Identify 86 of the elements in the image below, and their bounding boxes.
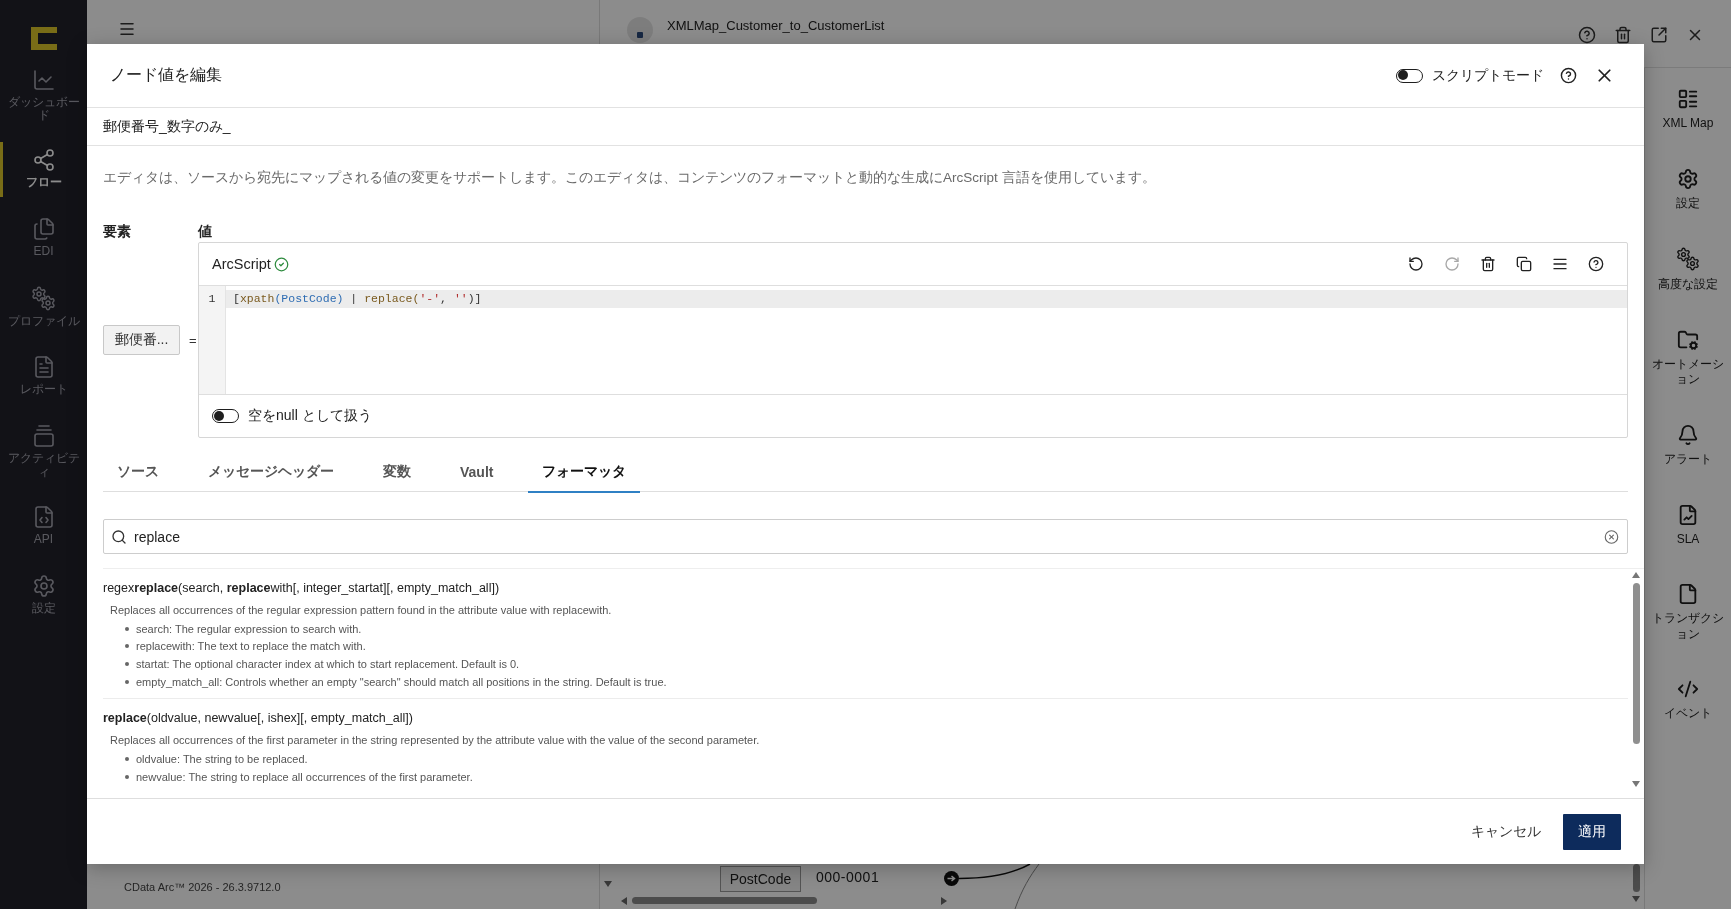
- bullet-icon: [125, 626, 129, 631]
- stacked-layers-icon: [31, 424, 56, 449]
- copy-icon: [1516, 256, 1532, 272]
- side-panel-item[interactable]: オートメーション: [1645, 314, 1731, 396]
- search-field[interactable]: replace: [103, 519, 1628, 554]
- line-chart-icon: [31, 68, 56, 92]
- scroll-down-arrow-icon[interactable]: [1632, 896, 1640, 902]
- side-panel-item[interactable]: 高度な設定: [1645, 233, 1731, 301]
- scroll-down-arrow-icon[interactable]: [1632, 781, 1640, 787]
- help-icon[interactable]: [1578, 26, 1596, 44]
- node-name: 郵便番号_数字のみ_: [103, 117, 231, 136]
- settings-icon: [31, 573, 56, 598]
- settings-icon: [1677, 167, 1699, 190]
- search-icon: [111, 528, 127, 545]
- side-panel-item[interactable]: XML Map: [1645, 74, 1731, 140]
- function-signature: regexreplace(search, replacewith[, integer_startat][, empty_match_all]): [103, 580, 501, 596]
- side-panel-item[interactable]: 設定: [1645, 153, 1731, 220]
- side-panel-item[interactable]: イベント: [1645, 664, 1731, 730]
- toggle-switch[interactable]: [1396, 68, 1423, 83]
- scrollbar-thumb[interactable]: [632, 897, 817, 904]
- scroll-down-arrow-icon[interactable]: [604, 881, 612, 887]
- equals-sign: =: [189, 332, 197, 348]
- function-description: Replaces all occurrences of the regular expression pattern found in the attribute value with replacewith.: [110, 603, 613, 618]
- file-icon: [1677, 583, 1699, 606]
- gears-icon: [31, 286, 56, 312]
- toggle-label: 空をnull として扱う: [248, 407, 372, 425]
- share-icon: [31, 148, 56, 173]
- menu-icon[interactable]: [118, 20, 136, 38]
- help-icon: [1588, 256, 1604, 272]
- scroll-left-arrow-icon[interactable]: [621, 897, 627, 905]
- node-value: 000-0001: [816, 869, 880, 885]
- scrollbar-thumb[interactable]: [1632, 583, 1640, 744]
- gears-icon: [1676, 247, 1700, 272]
- trash-icon: [1480, 256, 1496, 272]
- parameter-description: oldvalue: The string to be replaced.: [136, 753, 308, 765]
- list-layout-icon: [1677, 88, 1699, 110]
- bell-icon: [1677, 423, 1699, 446]
- clear-icon[interactable]: [1604, 529, 1619, 544]
- element-heading: 要素: [103, 222, 132, 241]
- tab[interactable]: Vault: [446, 452, 508, 493]
- lines-icon: [1552, 256, 1568, 272]
- bullet-icon: [125, 679, 129, 684]
- parameter-description: empty_match_all: Controls whether an empty "search" should match all positions in the string. Default is true.: [136, 675, 667, 688]
- node-field[interactable]: PostCode: [720, 866, 801, 892]
- side-panel-item[interactable]: トランザクション: [1645, 569, 1731, 651]
- version-text: CData Arc™ 2026 - 26.3.9712.0: [124, 880, 281, 893]
- side-panel-item[interactable]: アラート: [1645, 409, 1731, 476]
- toggle-label: スクリプトモード: [1432, 66, 1544, 85]
- tab[interactable]: メッセージヘッダー: [194, 452, 348, 493]
- dialog-title: ノード値を編集: [110, 65, 222, 85]
- help-icon: [1559, 67, 1577, 84]
- parameter-description: replacewith: The text to replace the match with.: [136, 640, 366, 653]
- dialog-description: エディタは、ソースから宛先にマップされる値の変更をサポートします。このエディタは、コンテンツのフォーマットと動的な生成にArcScript 言語を使用しています。: [103, 169, 1157, 187]
- bullet-icon: [125, 644, 129, 649]
- scrollbar-thumb[interactable]: [1633, 864, 1640, 892]
- external-link-icon[interactable]: [1650, 26, 1668, 44]
- scroll-up-arrow-icon[interactable]: [1632, 572, 1640, 578]
- files-icon: [31, 217, 56, 242]
- toggle-switch[interactable]: [212, 409, 239, 423]
- side-panel-item[interactable]: SLA: [1645, 489, 1731, 556]
- undo-icon: [1408, 256, 1424, 272]
- tab[interactable]: ソース: [103, 452, 173, 493]
- tab[interactable]: 変数: [369, 452, 425, 493]
- bullet-icon: [125, 661, 129, 666]
- parameter-description: newvalue: The string to replace all occurrences of the first parameter.: [136, 770, 473, 783]
- cancel-button[interactable]: キャンセル: [1471, 816, 1541, 847]
- language-label: ArcScript: [212, 256, 271, 272]
- parameter-description: startat: The optional character index at which to start replacement. Default is 0.: [136, 657, 520, 670]
- line-number: 1: [207, 291, 217, 307]
- chart-file-icon: [1677, 503, 1699, 526]
- flow-title: XMLMap_Customer_to_CustomerList: [667, 18, 885, 33]
- parameter-description: search: The regular expression to search with.: [136, 622, 362, 635]
- function-signature: replace(oldvalue, newvalue[, ishex][, empty_match_all]): [103, 710, 414, 727]
- scroll-right-arrow-icon[interactable]: [941, 897, 947, 905]
- folder-gear-icon: [1677, 328, 1699, 351]
- function-description: Replaces all occurrences of the first parameter in the string represented by the attribute value with the value of the second parameter.: [110, 733, 761, 749]
- bullet-icon: [125, 774, 129, 779]
- logo-icon: [30, 27, 57, 50]
- trash-icon[interactable]: [1614, 26, 1632, 44]
- element-button[interactable]: 郵便番...: [103, 325, 180, 355]
- flow-badge-icon: [627, 17, 653, 43]
- value-heading: 値: [198, 222, 213, 241]
- redo-icon: [1444, 256, 1460, 272]
- bullet-icon: [125, 757, 129, 761]
- apply-button[interactable]: 適用: [1563, 813, 1621, 850]
- tab[interactable]: フォーマッタ: [528, 452, 641, 493]
